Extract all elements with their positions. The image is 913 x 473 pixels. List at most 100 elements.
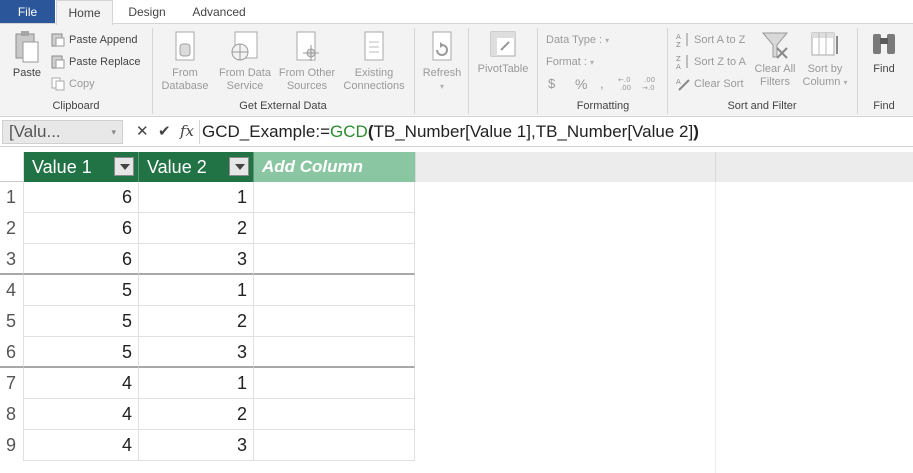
- enter-check-icon[interactable]: ✔: [158, 122, 171, 140]
- svg-text:→.0: →.0: [642, 84, 655, 92]
- table-row[interactable]: 451: [0, 275, 913, 306]
- cell-value-2[interactable]: 1: [139, 182, 254, 213]
- from-other-sources-button[interactable]: From Other Sources: [276, 30, 338, 93]
- row-number[interactable]: 2: [0, 213, 24, 244]
- table-row[interactable]: 552: [0, 306, 913, 337]
- svg-text:A: A: [676, 33, 681, 41]
- table-row[interactable]: 161: [0, 182, 913, 213]
- sort-a-to-z-button[interactable]: A Z Sort A to Z: [676, 31, 745, 49]
- data-service-icon: [231, 31, 258, 61]
- cell-add-column[interactable]: [254, 275, 415, 306]
- tab-home[interactable]: Home: [56, 0, 113, 25]
- copy-button[interactable]: Copy: [51, 75, 95, 93]
- from-database-line2: Database: [161, 80, 209, 92]
- cell-value-2[interactable]: 3: [139, 430, 254, 461]
- from-data-service-button[interactable]: From Data Service: [216, 30, 274, 93]
- sort-z-to-a-button[interactable]: Z A Sort Z to A: [676, 53, 746, 71]
- from-database-button[interactable]: From Database: [156, 30, 214, 93]
- decrease-decimal-button[interactable]: .00 →.0: [642, 74, 660, 92]
- column-header-value-1[interactable]: Value 1: [24, 152, 139, 182]
- cell-add-column[interactable]: [254, 244, 415, 275]
- add-column-header[interactable]: Add Column: [254, 152, 415, 182]
- paste-button[interactable]: Paste: [8, 30, 46, 80]
- table-row[interactable]: 262: [0, 213, 913, 244]
- table-row[interactable]: 842: [0, 399, 913, 430]
- insert-function-icon[interactable]: fx: [180, 122, 194, 140]
- column-header-label: Value 1: [32, 157, 92, 177]
- chevron-down-icon: ▾: [843, 78, 848, 87]
- cell-value-2[interactable]: 1: [139, 368, 254, 399]
- table-row[interactable]: 363: [0, 244, 913, 275]
- cell-value-2[interactable]: 1: [139, 275, 254, 306]
- find-button[interactable]: Find: [862, 30, 906, 76]
- name-box[interactable]: [Valu... ▾: [2, 120, 123, 144]
- row-number[interactable]: 6: [0, 337, 24, 368]
- comma-style-button[interactable]: ,: [600, 75, 604, 93]
- ribbon-tab-bar: File Home Design Advanced: [0, 0, 913, 25]
- paste-replace-icon: [51, 55, 65, 69]
- row-number[interactable]: 1: [0, 182, 24, 213]
- database-icon: [175, 31, 195, 61]
- currency-button[interactable]: $: [548, 75, 555, 93]
- pivottable-button[interactable]: PivotTable: [472, 30, 534, 76]
- find-label: Find: [873, 63, 895, 75]
- cell-value-2[interactable]: 2: [139, 306, 254, 337]
- cell-value-1[interactable]: 4: [24, 399, 139, 430]
- cell-value-1[interactable]: 4: [24, 368, 139, 399]
- data-grid: Value 1 Value 2 Add Column 1612623634515…: [0, 152, 913, 473]
- cell-add-column[interactable]: [254, 306, 415, 337]
- cell-add-column[interactable]: [254, 213, 415, 244]
- table-row[interactable]: 943: [0, 430, 913, 461]
- refresh-button[interactable]: Refresh ▾: [418, 30, 466, 93]
- clear-all-filters-button[interactable]: Clear All Filters: [750, 30, 800, 89]
- cell-value-1[interactable]: 5: [24, 337, 139, 368]
- refresh-icon: [432, 31, 452, 61]
- cell-value-2[interactable]: 2: [139, 399, 254, 430]
- row-number[interactable]: 3: [0, 244, 24, 275]
- cell-value-1[interactable]: 6: [24, 182, 139, 213]
- cell-value-1[interactable]: 6: [24, 213, 139, 244]
- cell-value-2[interactable]: 3: [139, 337, 254, 368]
- cell-add-column[interactable]: [254, 182, 415, 213]
- ribbon: Paste Paste Append Paste Replace Copy Cl…: [0, 23, 913, 117]
- formula-input[interactable]: GCD_Example:=GCD(TB_Number[Value 1],TB_N…: [202, 120, 699, 144]
- row-number[interactable]: 5: [0, 306, 24, 337]
- paste-replace-button[interactable]: Paste Replace: [51, 53, 141, 71]
- percent-button[interactable]: %: [575, 75, 587, 93]
- existing-connections-button[interactable]: Existing Connections: [340, 30, 408, 93]
- sort-by-column-button[interactable]: Sort by Column ▾: [800, 30, 850, 89]
- copy-icon: [51, 77, 65, 91]
- tab-file[interactable]: File: [0, 0, 55, 24]
- tab-advanced[interactable]: Advanced: [184, 0, 254, 24]
- cell-add-column[interactable]: [254, 368, 415, 399]
- paste-append-icon: [51, 33, 65, 47]
- filter-dropdown-icon[interactable]: [114, 157, 134, 176]
- cell-value-1[interactable]: 4: [24, 430, 139, 461]
- table-row[interactable]: 741: [0, 368, 913, 399]
- row-number[interactable]: 8: [0, 399, 24, 430]
- tab-design[interactable]: Design: [120, 0, 174, 24]
- data-type-dropdown[interactable]: Data Type : ▾: [546, 31, 609, 49]
- svg-text:.00: .00: [644, 76, 655, 84]
- cell-value-1[interactable]: 5: [24, 275, 139, 306]
- table-row[interactable]: 653: [0, 337, 913, 368]
- paste-append-label: Paste Append: [69, 34, 138, 46]
- column-header-value-2[interactable]: Value 2: [139, 152, 254, 182]
- row-number[interactable]: 7: [0, 368, 24, 399]
- cell-add-column[interactable]: [254, 399, 415, 430]
- cell-add-column[interactable]: [254, 430, 415, 461]
- row-number[interactable]: 4: [0, 275, 24, 306]
- row-number[interactable]: 9: [0, 430, 24, 461]
- select-all-corner[interactable]: [0, 152, 24, 182]
- filter-dropdown-icon[interactable]: [229, 157, 249, 176]
- paste-append-button[interactable]: Paste Append: [51, 31, 138, 49]
- clear-sort-button[interactable]: A Clear Sort: [676, 75, 744, 93]
- format-dropdown[interactable]: Format : ▾: [546, 53, 594, 71]
- cell-value-2[interactable]: 3: [139, 244, 254, 275]
- cell-value-1[interactable]: 6: [24, 244, 139, 275]
- cell-value-2[interactable]: 2: [139, 213, 254, 244]
- increase-decimal-button[interactable]: ←.0.00: [618, 74, 636, 92]
- cancel-icon[interactable]: ✕: [136, 122, 149, 140]
- cell-value-1[interactable]: 5: [24, 306, 139, 337]
- cell-add-column[interactable]: [254, 337, 415, 368]
